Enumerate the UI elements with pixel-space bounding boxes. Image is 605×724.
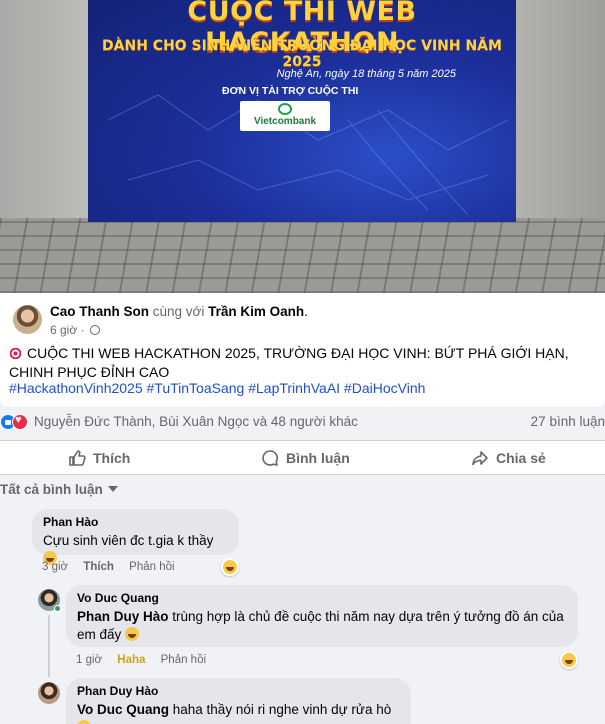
comment-label: Bình luận	[286, 450, 350, 466]
reply-author[interactable]: Vo Duc Quang	[77, 591, 567, 605]
post-text-content: CUỘC THI WEB HACKATHON 2025, TRƯỜNG ĐẠI …	[9, 345, 569, 380]
trailing-dot: .	[304, 304, 308, 319]
comment-author[interactable]: Phan Hào	[43, 515, 228, 529]
comment-filter[interactable]: Tất cả bình luận	[0, 482, 118, 497]
comment-footer: 3 giờ Thích Phản hồi	[42, 561, 187, 573]
banner-subtitle: DÀNH CHO SINH VIÊN TRƯỜNG ĐẠI HỌC VINH N…	[102, 38, 502, 70]
post-hashtags[interactable]: #HackathonVinh2025 #TuTinToaSang #LapTri…	[9, 380, 425, 396]
grinning-emoji-icon	[125, 627, 140, 641]
reply-mention[interactable]: Vo Duc Quang	[77, 702, 169, 717]
reply-text: Phan Duy Hào trùng hợp là chủ đề cuộc th…	[77, 608, 567, 644]
comment-like-button[interactable]: Thích	[83, 561, 114, 573]
post-meta: 6 giờ ·	[50, 323, 100, 337]
share-arrow-icon	[472, 451, 488, 466]
comment-reply-button[interactable]: Phản hồi	[129, 561, 174, 573]
comment-button[interactable]: Bình luận	[261, 441, 350, 475]
thread-connector	[48, 615, 50, 677]
vietcombank-mark-icon	[278, 103, 292, 115]
post-actions: Thích Bình luận Chia sẻ	[0, 440, 605, 475]
comment-bubble: Phan Hào Cựu sinh viên đc t.gia k thầy	[32, 509, 239, 565]
reply-text-content: haha thầy nói ri nghe vinh dự rửa hò	[169, 702, 392, 717]
post-card: Cao Thanh Son cùng với Trần Kim Oanh. 6 …	[0, 293, 605, 407]
grinning-emoji-icon	[77, 720, 91, 724]
haha-reaction-icon[interactable]	[221, 558, 239, 576]
comment-time[interactable]: 3 giờ	[42, 561, 68, 573]
vietcombank-logo: Vietcombank	[240, 101, 330, 131]
reactions-bar: Nguyễn Đức Thành, Bùi Xuân Ngọc và 48 ng…	[0, 410, 605, 438]
like-label: Thích	[93, 450, 131, 466]
commenter-avatar[interactable]	[38, 682, 60, 704]
banner-date: Nghệ An, ngày 18 tháng 5 năm 2025	[276, 68, 456, 80]
reply-footer: 1 giờ Haha Phản hồi	[76, 654, 218, 666]
haha-reaction-icon[interactable]	[560, 651, 578, 669]
reply-time[interactable]: 1 giờ	[76, 654, 102, 666]
caret-down-icon	[107, 486, 118, 492]
with-text: cùng với	[149, 304, 209, 319]
globe-icon	[89, 325, 100, 335]
hackathon-banner: CUỘC THI WEB HACKATHON DÀNH CHO SINH VIÊ…	[88, 0, 516, 222]
post-author-line: Cao Thanh Son cùng với Trần Kim Oanh.	[50, 304, 308, 319]
meta-separator: ·	[77, 323, 88, 337]
reply-haha-button[interactable]: Haha	[117, 654, 145, 666]
tagged-name[interactable]: Trần Kim Oanh	[208, 304, 304, 319]
target-emoji-icon	[9, 347, 22, 360]
post-text: CUỘC THI WEB HACKATHON 2025, TRƯỜNG ĐẠI …	[9, 344, 594, 382]
reply-text: Vo Duc Quang haha thầy nói ri nghe vinh …	[77, 701, 400, 724]
reply-bubble: Phan Duy Hào Vo Duc Quang haha thầy nói …	[66, 678, 411, 724]
vietcombank-logo-text: Vietcombank	[253, 116, 317, 127]
reply-bubble: Vo Duc Quang Phan Duy Hào trùng hợp là c…	[66, 585, 578, 647]
thumbs-up-icon	[69, 450, 86, 466]
online-status-dot	[54, 605, 61, 612]
love-reaction-icon[interactable]	[12, 414, 28, 430]
reaction-names[interactable]: Nguyễn Đức Thành, Bùi Xuân Ngọc và 48 ng…	[34, 414, 358, 429]
like-button[interactable]: Thích	[68, 441, 130, 475]
comment-bubble-icon	[262, 450, 278, 466]
comment-filter-label: Tất cả bình luận	[0, 482, 103, 497]
comment-text-content: Cựu sinh viên đc t.gia k thầy	[43, 533, 214, 548]
post-photo[interactable]: CUỘC THI WEB HACKATHON DÀNH CHO SINH VIÊ…	[0, 0, 605, 293]
reply-reply-button[interactable]: Phản hồi	[161, 654, 206, 666]
reply-mention[interactable]: Phan Duy Hào	[77, 609, 169, 624]
reply-author[interactable]: Phan Duy Hào	[77, 684, 400, 698]
author-name[interactable]: Cao Thanh Son	[50, 304, 149, 319]
comment-count[interactable]: 27 bình luận	[531, 414, 605, 429]
banner-sponsor: ĐƠN VỊ TÀI TRỢ CUỘC THI	[222, 85, 359, 97]
post-time[interactable]: 6 giờ	[50, 323, 77, 337]
share-button[interactable]: Chia sẻ	[471, 441, 546, 475]
photo-floor	[0, 218, 605, 293]
author-avatar[interactable]	[13, 305, 42, 334]
share-label: Chia sẻ	[496, 450, 546, 466]
